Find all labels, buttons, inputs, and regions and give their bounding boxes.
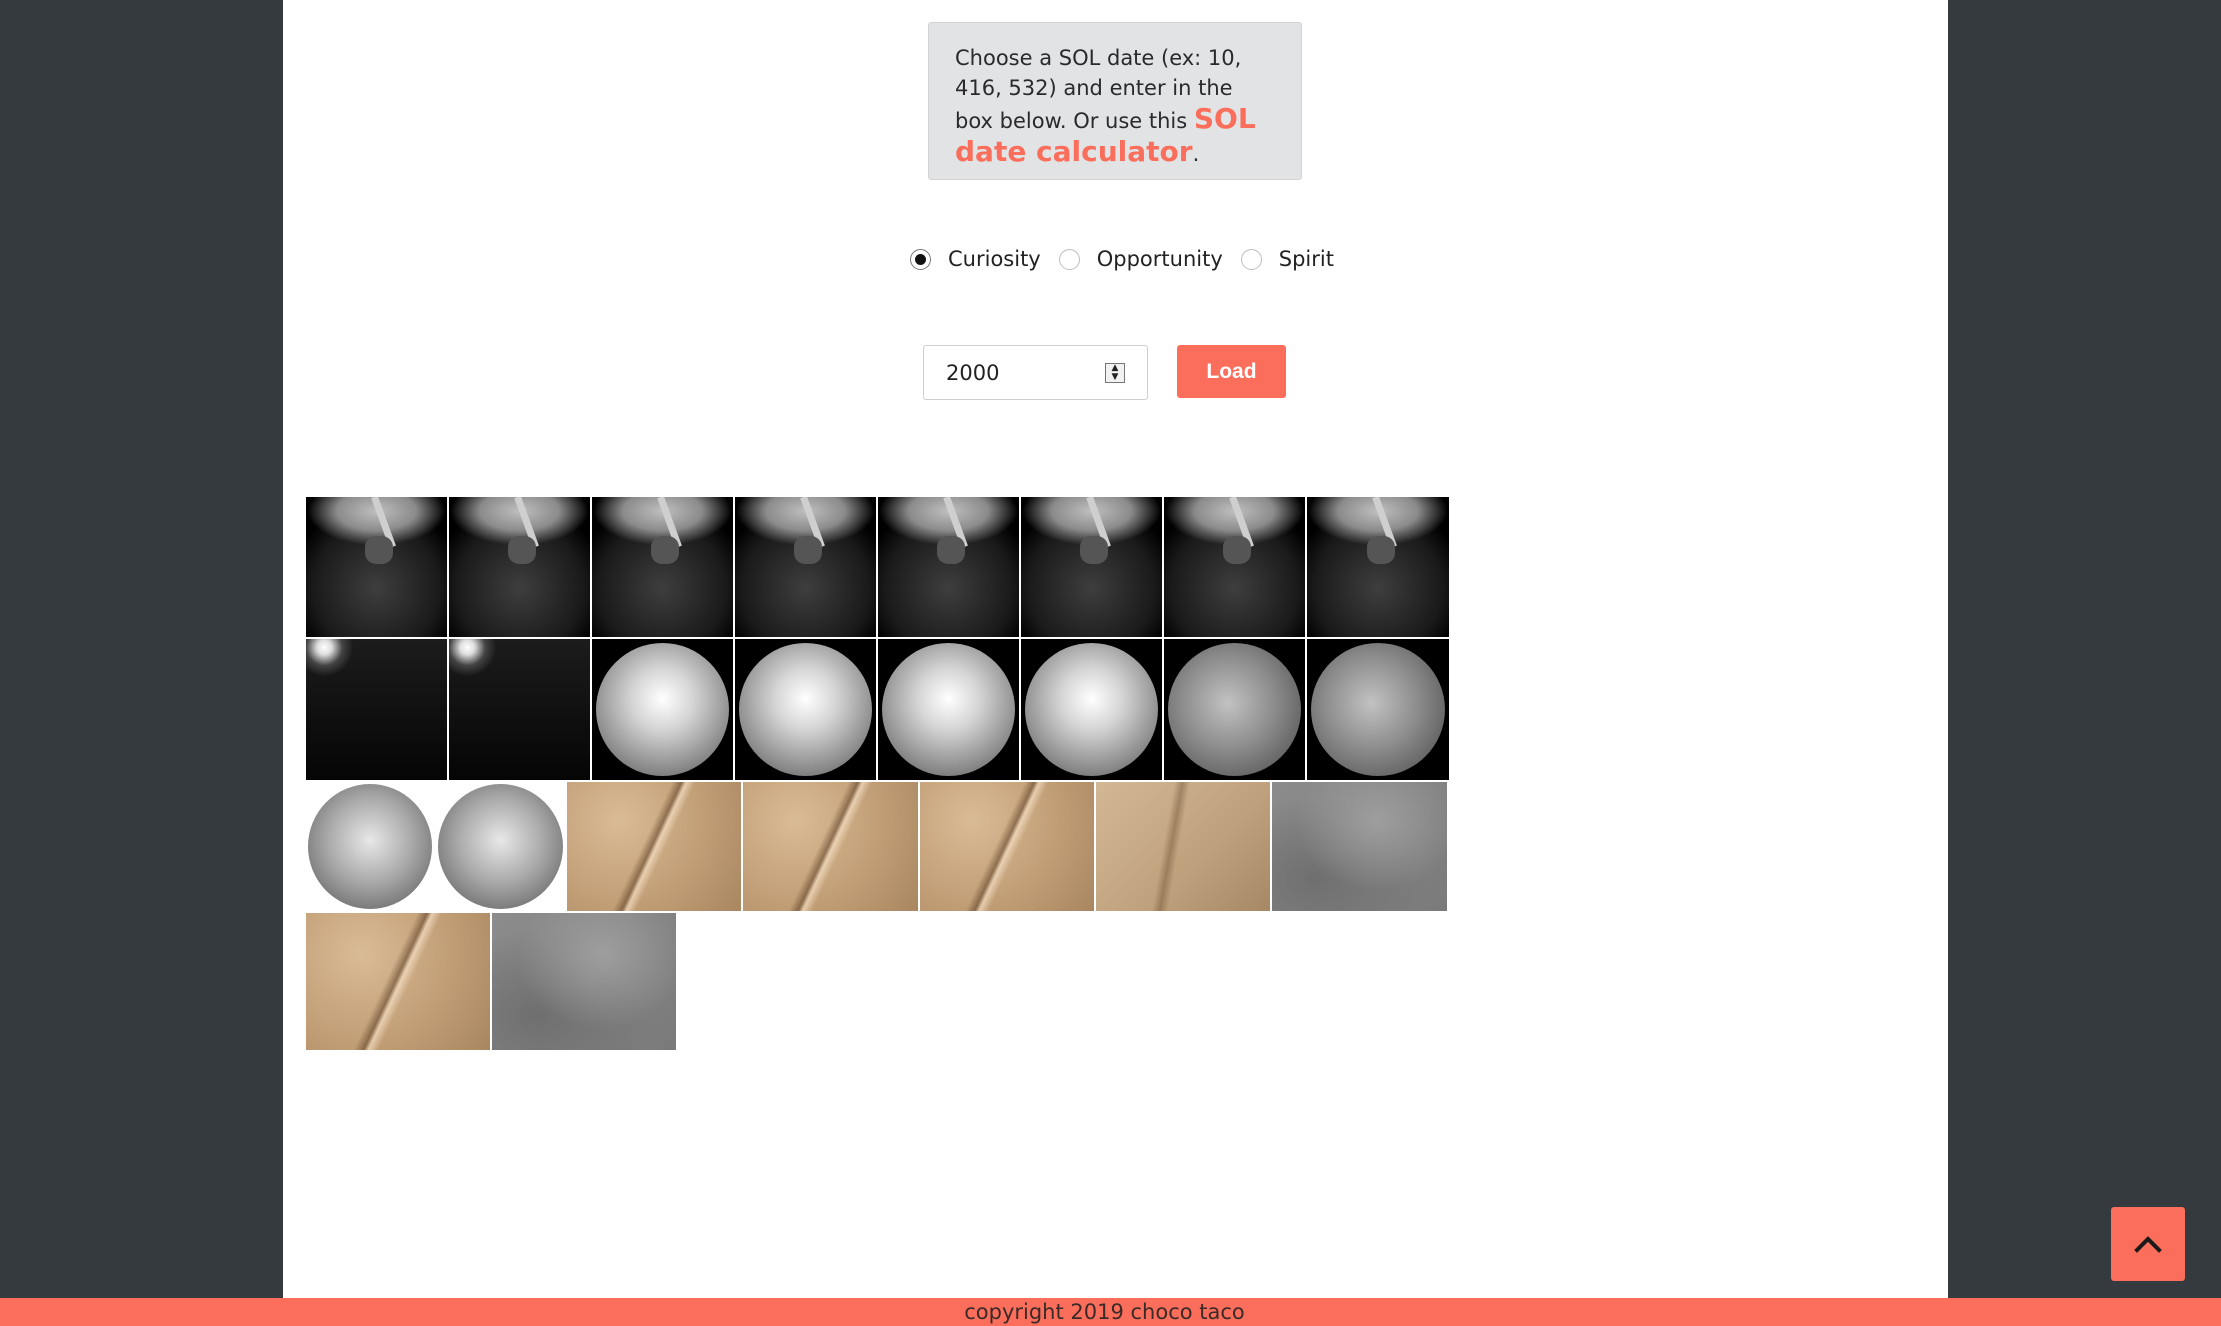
radio-spirit[interactable]: Spirit bbox=[1240, 247, 1334, 271]
main-content: Choose a SOL date (ex: 10, 416, 532) and… bbox=[283, 0, 1948, 1298]
rover-photo-thumbnail[interactable] bbox=[735, 639, 876, 780]
radio-label: Opportunity bbox=[1096, 247, 1223, 271]
gallery-row bbox=[306, 782, 1925, 911]
radio-label: Curiosity bbox=[948, 247, 1041, 271]
rover-photo-thumbnail[interactable] bbox=[1096, 782, 1270, 911]
instructions-box: Choose a SOL date (ex: 10, 416, 532) and… bbox=[928, 22, 1302, 180]
sol-input[interactable]: 2000 ▲ ▼ bbox=[923, 345, 1148, 400]
rover-photo-thumbnail[interactable] bbox=[1021, 639, 1162, 780]
rover-photo-thumbnail[interactable] bbox=[735, 497, 876, 637]
rover-photo-thumbnail[interactable] bbox=[306, 639, 447, 780]
rover-photo-thumbnail[interactable] bbox=[1164, 497, 1305, 637]
rover-photo-thumbnail[interactable] bbox=[306, 497, 447, 637]
gallery-row bbox=[306, 913, 1925, 1050]
rover-photo-thumbnail[interactable] bbox=[743, 782, 918, 911]
chevron-up-icon bbox=[2134, 1236, 2162, 1253]
instructions-prefix: Or use this bbox=[1073, 109, 1188, 133]
rover-photo-thumbnail[interactable] bbox=[1164, 639, 1305, 780]
rover-photo-thumbnail[interactable] bbox=[492, 913, 676, 1050]
footer: copyright 2019 choco taco bbox=[0, 1298, 2221, 1326]
rover-photo-thumbnail[interactable] bbox=[878, 639, 1019, 780]
sol-input-value[interactable]: 2000 bbox=[946, 361, 999, 385]
rover-photo-thumbnail[interactable] bbox=[1307, 497, 1449, 637]
instructions-suffix: . bbox=[1192, 142, 1200, 166]
radio-label: Spirit bbox=[1278, 247, 1334, 271]
radio-curiosity[interactable]: Curiosity bbox=[910, 247, 1041, 271]
load-button[interactable]: Load bbox=[1177, 345, 1286, 398]
back-to-top-button[interactable] bbox=[2111, 1207, 2185, 1281]
rover-photo-thumbnail[interactable] bbox=[567, 782, 741, 911]
gallery-row bbox=[306, 497, 1925, 637]
rover-photo-thumbnail[interactable] bbox=[449, 497, 590, 637]
number-spinner-icon[interactable]: ▲ ▼ bbox=[1105, 363, 1125, 383]
rover-photo-thumbnail[interactable] bbox=[1307, 639, 1449, 780]
photo-gallery bbox=[306, 497, 1925, 1052]
copyright-text: copyright 2019 choco taco bbox=[964, 1300, 1245, 1324]
radio-button-icon[interactable] bbox=[1058, 248, 1080, 270]
rover-photo-thumbnail[interactable] bbox=[920, 782, 1094, 911]
rover-photo-thumbnail[interactable] bbox=[306, 782, 434, 911]
rover-photo-thumbnail[interactable] bbox=[592, 497, 733, 637]
radio-button-icon[interactable] bbox=[910, 248, 931, 270]
radio-opportunity[interactable]: Opportunity bbox=[1058, 247, 1223, 271]
rover-photo-thumbnail[interactable] bbox=[306, 913, 490, 1050]
gallery-row bbox=[306, 639, 1925, 780]
rover-photo-thumbnail[interactable] bbox=[436, 782, 565, 911]
rover-photo-thumbnail[interactable] bbox=[878, 497, 1019, 637]
rover-selector: Curiosity Opportunity Spirit bbox=[910, 244, 1352, 274]
radio-button-icon[interactable] bbox=[1240, 248, 1262, 270]
rover-photo-thumbnail[interactable] bbox=[592, 639, 733, 780]
rover-photo-thumbnail[interactable] bbox=[1272, 782, 1447, 911]
rover-photo-thumbnail[interactable] bbox=[449, 639, 590, 780]
rover-photo-thumbnail[interactable] bbox=[1021, 497, 1162, 637]
